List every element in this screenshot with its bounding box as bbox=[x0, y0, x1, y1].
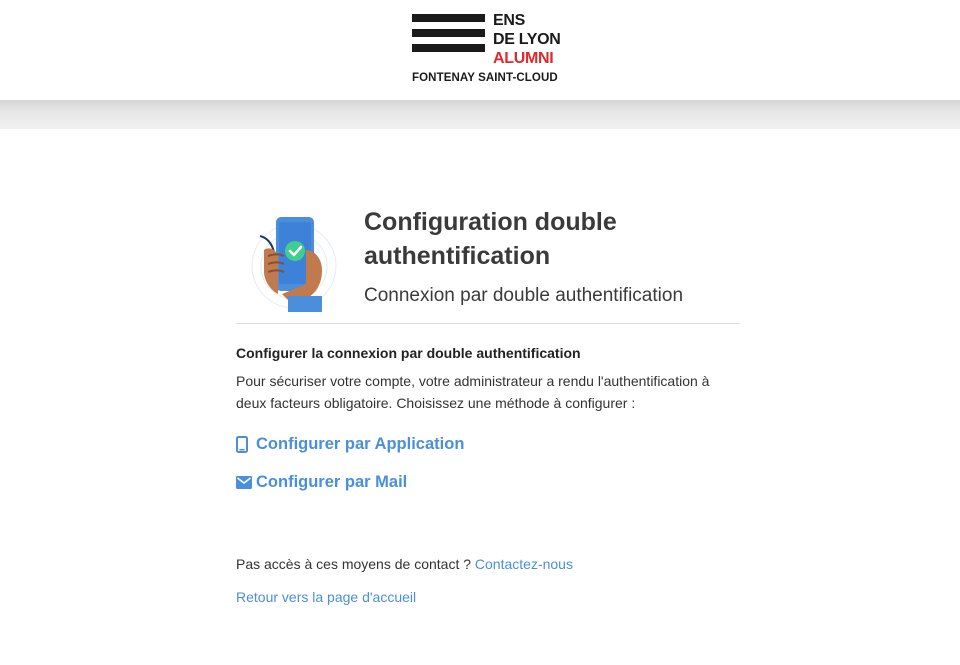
logo-wordmark: ENS DE LYON ALUMNI bbox=[493, 11, 561, 68]
back-home-link[interactable]: Retour vers la page d'accueil bbox=[236, 589, 416, 605]
back-line: Retour vers la page d'accueil bbox=[236, 589, 416, 605]
header-shadow-band bbox=[0, 100, 960, 129]
contact-text: Pas accès à ces moyens de contact ? bbox=[236, 556, 472, 572]
phone-verification-illustration-icon bbox=[251, 217, 337, 312]
logo-line-ens: ENS bbox=[493, 12, 525, 29]
logo-line-de-lyon: DE LYON bbox=[493, 31, 561, 48]
divider bbox=[236, 323, 740, 324]
top-header: ENS DE LYON ALUMNI FONTENAY SAINT-CLOUD bbox=[0, 0, 960, 100]
section-title: Configurer la connexion par double authe… bbox=[236, 345, 581, 361]
configure-app-link[interactable]: Configurer par Application bbox=[236, 435, 464, 454]
contact-us-link[interactable]: Contactez-nous bbox=[475, 556, 573, 572]
ens-lyon-alumni-logo[interactable]: ENS DE LYON ALUMNI FONTENAY SAINT-CLOUD bbox=[412, 11, 572, 91]
configure-mail-link[interactable]: Configurer par Mail bbox=[236, 473, 407, 492]
configure-mail-label[interactable]: Configurer par Mail bbox=[256, 473, 407, 492]
section-description: Pour sécuriser votre compte, votre admin… bbox=[236, 373, 710, 411]
logo-bars bbox=[412, 14, 485, 59]
mail-icon bbox=[236, 474, 252, 492]
logo-subtitle: FONTENAY SAINT-CLOUD bbox=[412, 72, 558, 84]
page-subtitle: Connexion par double authentification bbox=[364, 285, 684, 306]
contact-line: Pas accès à ces moyens de contact ? Cont… bbox=[236, 556, 573, 572]
page-title: Configuration double authentification bbox=[364, 208, 617, 270]
logo-line-alumni: ALUMNI bbox=[493, 50, 554, 67]
smartphone-icon bbox=[236, 436, 252, 454]
configure-app-label[interactable]: Configurer par Application bbox=[256, 435, 464, 454]
